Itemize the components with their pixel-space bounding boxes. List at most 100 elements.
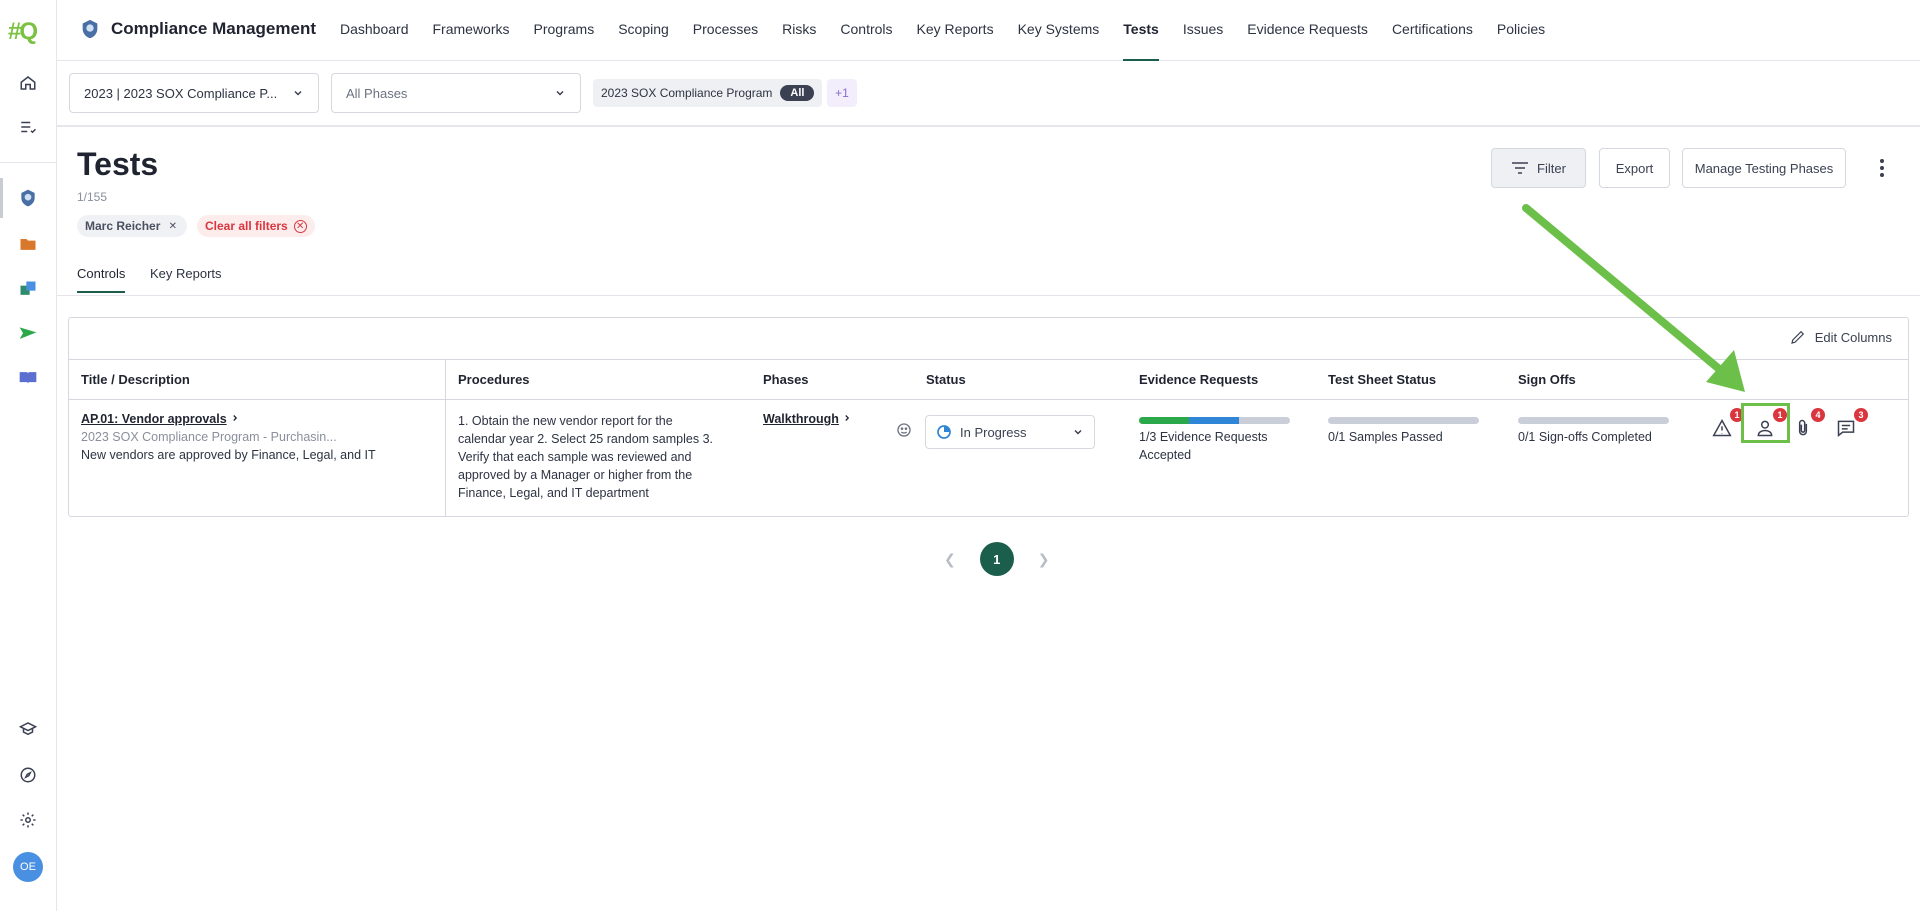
top-navigation: Compliance Management Dashboard Framework… xyxy=(57,0,1920,61)
program-chip-badge: All xyxy=(780,85,815,101)
folder-icon[interactable] xyxy=(12,228,44,260)
nav-item-tests[interactable]: Tests xyxy=(1111,0,1171,61)
test-sheet-progress-bar xyxy=(1328,417,1479,424)
next-page-icon[interactable]: ❯ xyxy=(1038,551,1050,568)
previous-page-icon[interactable]: ❮ xyxy=(944,551,956,568)
evidence-submitted-segment xyxy=(1188,417,1239,424)
procedures-cell: 1. Obtain the new vendor report for the … xyxy=(458,414,713,500)
phase-select[interactable]: All Phases xyxy=(331,73,581,113)
manage-testing-phases-button[interactable]: Manage Testing Phases xyxy=(1682,148,1846,188)
export-button[interactable]: Export xyxy=(1599,148,1670,188)
header-status[interactable]: Status xyxy=(926,372,966,387)
title-cell: AP.01: Vendor approvals 2023 SOX Complia… xyxy=(81,410,431,464)
compliance-shield-icon[interactable] xyxy=(12,182,44,214)
phase-select-value: All Phases xyxy=(346,85,408,101)
evidence-progress-bar xyxy=(1139,417,1290,424)
comments-badge: 3 xyxy=(1854,408,1868,422)
chevron-down-icon xyxy=(1074,429,1082,435)
chevron-right-icon xyxy=(845,415,850,421)
phase-link[interactable]: Walkthrough xyxy=(763,410,852,428)
clear-filters-label: Clear all filters xyxy=(205,219,288,233)
nav-item-programs[interactable]: Programs xyxy=(522,0,607,61)
program-select-value: 2023 | 2023 SOX Compliance P... xyxy=(84,85,278,101)
clear-filters-chip[interactable]: Clear all filters ✕ xyxy=(197,215,315,237)
program-select[interactable]: 2023 | 2023 SOX Compliance P... xyxy=(69,73,319,113)
nav-item-processes[interactable]: Processes xyxy=(681,0,770,61)
header-procedures[interactable]: Procedures xyxy=(458,372,530,387)
learning-cap-icon[interactable] xyxy=(12,713,44,745)
test-title-link[interactable]: AP.01: Vendor approvals xyxy=(81,410,431,428)
chevron-down-icon xyxy=(556,90,564,96)
test-sheet-text: 0/1 Samples Passed xyxy=(1328,430,1443,444)
attachment-badge: 4 xyxy=(1811,408,1825,422)
user-filter-label: Marc Reicher xyxy=(85,219,161,233)
app-logo[interactable]: #Q xyxy=(8,18,38,46)
nav-item-evidence-requests[interactable]: Evidence Requests xyxy=(1235,0,1380,61)
nav-item-issues[interactable]: Issues xyxy=(1171,0,1235,61)
brand[interactable]: Compliance Management xyxy=(79,18,316,40)
nav-item-key-reports[interactable]: Key Reports xyxy=(905,0,1006,61)
compass-icon[interactable] xyxy=(12,759,44,791)
comments-icon[interactable]: 3 xyxy=(1832,408,1868,442)
page-title: Tests xyxy=(77,146,159,182)
header-test-sheet-status[interactable]: Test Sheet Status xyxy=(1328,372,1436,387)
filter-bar: 2023 | 2023 SOX Compliance P... All Phas… xyxy=(57,61,1920,127)
more-options-icon[interactable] xyxy=(1872,154,1892,182)
nav-items: Dashboard Frameworks Programs Scoping Proces… xyxy=(328,0,1557,61)
nav-item-dashboard[interactable]: Dashboard xyxy=(328,0,421,61)
status-value: In Progress xyxy=(960,424,1027,440)
progress-circle-icon xyxy=(937,425,951,439)
compliance-shield-icon xyxy=(82,19,98,39)
tab-key-reports[interactable]: Key Reports xyxy=(150,266,222,291)
result-count: 1/155 xyxy=(77,190,108,204)
filter-lines-icon xyxy=(1512,162,1529,174)
phase-label: Walkthrough xyxy=(763,412,839,426)
test-description: New vendors are approved by Finance, Leg… xyxy=(81,448,376,462)
nav-item-key-systems[interactable]: Key Systems xyxy=(1006,0,1112,61)
signoffs-text: 0/1 Sign-offs Completed xyxy=(1518,430,1652,444)
assignee-face-icon[interactable] xyxy=(894,420,914,440)
annotation-arrow-icon xyxy=(1522,204,1745,392)
test-subtitle: 2023 SOX Compliance Program - Purchasin.… xyxy=(81,430,337,444)
tab-controls[interactable]: Controls xyxy=(77,266,126,293)
nav-item-risks[interactable]: Risks xyxy=(770,0,828,61)
header-phases[interactable]: Phases xyxy=(763,372,809,387)
rail-divider xyxy=(0,162,57,163)
app-title: Compliance Management xyxy=(111,19,316,38)
send-icon[interactable] xyxy=(12,318,44,350)
evidence-text: 1/3 Evidence Requests Accepted xyxy=(1139,430,1268,462)
header-evidence-requests[interactable]: Evidence Requests xyxy=(1139,372,1258,387)
page-number[interactable]: 1 xyxy=(979,542,1014,576)
attachment-paperclip-icon[interactable]: 4 xyxy=(1789,408,1825,442)
evidence-accepted-segment xyxy=(1139,417,1189,424)
tasks-icon[interactable] xyxy=(12,111,44,143)
pencil-icon xyxy=(1790,330,1804,344)
nav-item-frameworks[interactable]: Frameworks xyxy=(421,0,522,61)
rail-active-indicator xyxy=(0,178,3,218)
nav-item-controls[interactable]: Controls xyxy=(828,0,904,61)
home-icon[interactable] xyxy=(12,67,44,99)
program-chip-label: 2023 SOX Compliance Program xyxy=(601,86,773,100)
header-title[interactable]: Title / Description xyxy=(81,372,190,387)
user-filter-chip[interactable]: Marc Reicher ✕ xyxy=(77,215,188,237)
filter-button-label: Filter xyxy=(1537,160,1566,176)
settings-gear-icon[interactable] xyxy=(12,804,44,836)
more-programs-chip[interactable]: +1 xyxy=(827,79,857,107)
status-select[interactable]: In Progress xyxy=(925,415,1095,449)
program-chip[interactable]: 2023 SOX Compliance Program All xyxy=(593,79,823,107)
chevron-right-icon xyxy=(233,415,238,421)
edit-columns-button[interactable]: Edit Columns xyxy=(1789,328,1892,346)
pagination: ❮ 1 ❯ xyxy=(944,542,1049,576)
left-rail: #Q OE xyxy=(0,0,57,911)
filter-button[interactable]: Filter xyxy=(1491,148,1586,188)
nav-item-certifications[interactable]: Certifications xyxy=(1380,0,1485,61)
close-icon[interactable]: ✕ xyxy=(166,220,179,233)
nav-item-scoping[interactable]: Scoping xyxy=(606,0,681,61)
user-avatar[interactable]: OE xyxy=(13,852,43,882)
book-icon[interactable] xyxy=(12,362,44,394)
edit-columns-label: Edit Columns xyxy=(1814,329,1892,345)
nav-item-policies[interactable]: Policies xyxy=(1485,0,1557,61)
close-icon[interactable]: ✕ xyxy=(293,219,307,233)
sync-icon[interactable] xyxy=(12,273,44,305)
chevron-down-icon xyxy=(294,90,302,96)
